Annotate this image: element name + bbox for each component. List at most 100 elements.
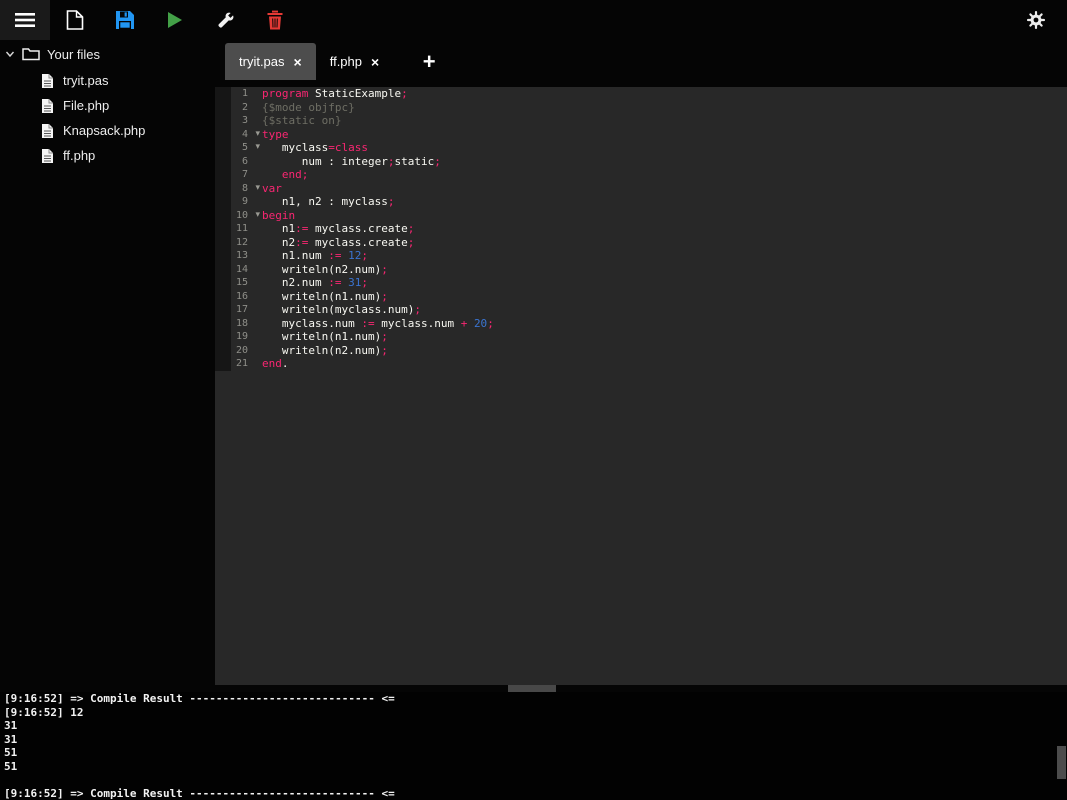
file-name: tryit.pas: [63, 73, 109, 88]
line-number: 18: [215, 317, 262, 331]
file-item[interactable]: ff.php: [0, 143, 215, 168]
code-line[interactable]: 12 n2:= myclass.create;: [215, 236, 1067, 250]
folder-icon: [22, 47, 40, 61]
line-number: 8▾: [215, 182, 262, 196]
hamburger-icon: [15, 12, 35, 28]
toolbar: [0, 0, 1067, 40]
line-number: 12: [215, 236, 262, 250]
code-text: {$static on}: [262, 114, 341, 128]
console-line: [9:16:52] 12: [4, 706, 1067, 720]
line-number: 21: [215, 357, 262, 371]
console-line: 51: [4, 760, 1067, 774]
code-text: writeln(n1.num);: [262, 330, 388, 344]
fold-arrow-icon[interactable]: ▾: [255, 128, 260, 142]
code-line[interactable]: 16 writeln(n1.num);: [215, 290, 1067, 304]
code-line[interactable]: 14 writeln(n2.num);: [215, 263, 1067, 277]
tab-close-icon[interactable]: ×: [294, 55, 302, 69]
code-line[interactable]: 9 n1, n2 : myclass;: [215, 195, 1067, 209]
code-text: writeln(myclass.num);: [262, 303, 421, 317]
code-line[interactable]: 20 writeln(n2.num);: [215, 344, 1067, 358]
code-editor[interactable]: 1program StaticExample;2{$mode objfpc}3{…: [215, 87, 1067, 685]
code-line[interactable]: 8▾var: [215, 182, 1067, 196]
save-icon: [115, 10, 135, 30]
file-item[interactable]: File.php: [0, 93, 215, 118]
line-number: 10▾: [215, 209, 262, 223]
code-line[interactable]: 17 writeln(myclass.num);: [215, 303, 1067, 317]
line-number: 9: [215, 195, 262, 209]
tab-tryit.pas[interactable]: tryit.pas ×: [225, 43, 316, 80]
code-line[interactable]: 2{$mode objfpc}: [215, 101, 1067, 115]
file-icon: [41, 123, 54, 139]
fold-arrow-icon[interactable]: ▾: [255, 182, 260, 196]
code-line[interactable]: 10▾begin: [215, 209, 1067, 223]
code-text: end.: [262, 357, 289, 371]
file-item[interactable]: tryit.pas: [0, 68, 215, 93]
line-number: 16: [215, 290, 262, 304]
code-line[interactable]: 5▾ myclass=class: [215, 141, 1067, 155]
line-number: 2: [215, 101, 262, 115]
code-line[interactable]: 15 n2.num := 31;: [215, 276, 1067, 290]
project-settings-button[interactable]: [200, 0, 250, 40]
code-text: {$mode objfpc}: [262, 101, 355, 115]
save-button[interactable]: [100, 0, 150, 40]
code-line[interactable]: 13 n1.num := 12;: [215, 249, 1067, 263]
line-number: 15: [215, 276, 262, 290]
code-line[interactable]: 11 n1:= myclass.create;: [215, 222, 1067, 236]
code-text: myclass.num := myclass.num + 20;: [262, 317, 494, 331]
console-line: 31: [4, 719, 1067, 733]
line-number: 1: [215, 87, 262, 101]
code-line[interactable]: 18 myclass.num := myclass.num + 20;: [215, 317, 1067, 331]
delete-button[interactable]: [250, 0, 300, 40]
code-text: n2:= myclass.create;: [262, 236, 414, 250]
code-line[interactable]: 21end.: [215, 357, 1067, 371]
panel-divider: [0, 685, 1067, 692]
console-line: 31: [4, 733, 1067, 747]
code-line[interactable]: 19 writeln(n1.num);: [215, 330, 1067, 344]
code-text: writeln(n2.num);: [262, 344, 388, 358]
code-text: writeln(n1.num);: [262, 290, 388, 304]
line-number: 19: [215, 330, 262, 344]
console-line: 51: [4, 746, 1067, 760]
console-scrollbar-thumb[interactable]: [1057, 746, 1066, 779]
line-number: 5▾: [215, 141, 262, 155]
code-text: n1:= myclass.create;: [262, 222, 414, 236]
tab-list: tryit.pas×ff.php×: [225, 40, 393, 80]
fold-arrow-icon[interactable]: ▾: [255, 141, 260, 155]
console-line: [4, 773, 1067, 787]
file-name: Knapsack.php: [63, 123, 145, 138]
menu-button[interactable]: [0, 0, 50, 40]
file-tree-root[interactable]: Your files: [0, 40, 215, 68]
new-tab-button[interactable]: +: [407, 43, 451, 80]
new-file-button[interactable]: [50, 0, 100, 40]
chevron-down-icon[interactable]: [5, 49, 15, 59]
code-text: program StaticExample;: [262, 87, 408, 101]
panel-resize-handle[interactable]: [508, 685, 556, 692]
line-number: 20: [215, 344, 262, 358]
trash-icon: [267, 10, 283, 30]
code-line[interactable]: 4▾type: [215, 128, 1067, 142]
fold-arrow-icon[interactable]: ▾: [255, 209, 260, 223]
console-output: [9:16:52] => Compile Result ------------…: [4, 692, 1067, 800]
code-text: type: [262, 128, 289, 142]
file-list: tryit.pas File.php Knapsack.php ff.php: [0, 68, 215, 168]
line-number: 13: [215, 249, 262, 263]
code-line[interactable]: 3{$static on}: [215, 114, 1067, 128]
gear-icon: [1026, 10, 1046, 30]
tab-close-icon[interactable]: ×: [371, 55, 379, 69]
tab-label: tryit.pas: [239, 54, 285, 69]
file-item[interactable]: Knapsack.php: [0, 118, 215, 143]
settings-button[interactable]: [1011, 0, 1061, 40]
code-line[interactable]: 6 num : integer;static;: [215, 155, 1067, 169]
line-number: 7: [215, 168, 262, 182]
line-number: 11: [215, 222, 262, 236]
wrench-icon: [216, 11, 235, 30]
file-icon: [41, 73, 54, 89]
code-text: var: [262, 182, 282, 196]
line-number: 3: [215, 114, 262, 128]
code-text: end;: [262, 168, 308, 182]
code-line[interactable]: 1program StaticExample;: [215, 87, 1067, 101]
code-line[interactable]: 7 end;: [215, 168, 1067, 182]
run-button[interactable]: [150, 0, 200, 40]
file-icon: [41, 148, 54, 164]
tab-ff.php[interactable]: ff.php×: [316, 43, 393, 80]
